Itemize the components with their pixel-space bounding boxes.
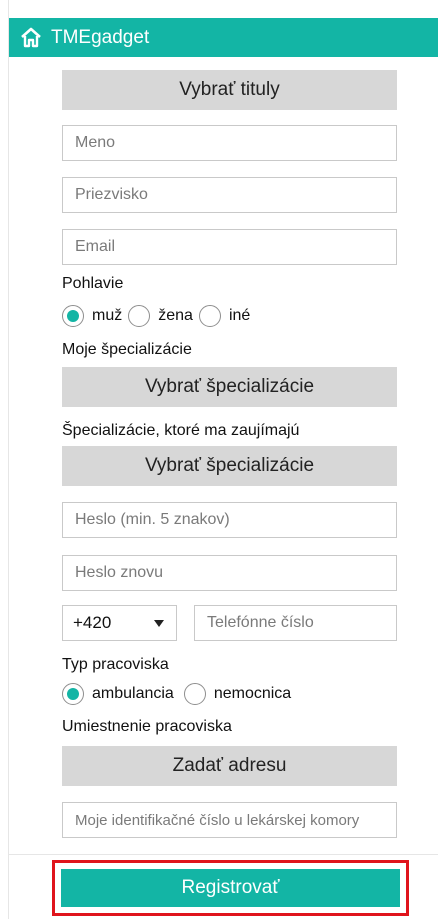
gender-option-female[interactable]: žena [128, 305, 193, 327]
first-name-field[interactable]: Meno [62, 125, 397, 161]
radio-button[interactable] [183, 683, 206, 705]
my-specializations-label: Moje špecializácie [62, 341, 192, 358]
phone-number-field[interactable]: Telefónne číslo [194, 605, 397, 641]
register-button[interactable]: Registrovať [61, 869, 400, 907]
interest-specializations-label: Špecializácie, ktoré ma zaujímajú [62, 422, 300, 439]
radio-button[interactable] [128, 305, 151, 327]
radio-button[interactable] [62, 305, 84, 327]
chamber-id-field[interactable]: Moje identifikačné číslo u lekárskej kom… [62, 802, 397, 838]
registration-window: TMEgadget Vybrať tituly Meno Priezvisko … [8, 0, 438, 919]
workplace-location-label: Umiestnenie pracoviska [62, 718, 232, 735]
gender-radio-group: muž žena iné [62, 305, 256, 327]
radio-button[interactable] [198, 305, 221, 327]
app-title: TMEgadget [51, 26, 150, 48]
chevron-down-icon [154, 619, 164, 627]
phone-code-value: +420 [73, 613, 112, 632]
divider [9, 854, 438, 855]
home-icon[interactable] [19, 26, 43, 50]
phone-code-select[interactable]: +420 [62, 605, 177, 641]
workplace-type-label: Typ pracoviska [62, 656, 169, 673]
gender-option-other[interactable]: iné [198, 305, 251, 327]
select-titles-button[interactable]: Vybrať tituly [62, 70, 397, 110]
workplace-option-ambulance[interactable]: ambulancia [62, 683, 174, 705]
gender-label: Pohlavie [62, 275, 124, 292]
password-field[interactable]: Heslo (min. 5 znakov) [62, 502, 397, 538]
radio-label: iné [228, 307, 251, 324]
radio-label: ambulancia [92, 685, 174, 702]
workplace-option-hospital[interactable]: nemocnica [183, 683, 292, 705]
radio-label: nemocnica [213, 685, 292, 702]
radio-button[interactable] [62, 683, 84, 705]
radio-label: žena [158, 307, 193, 324]
title-bar: TMEgadget [9, 18, 438, 57]
enter-address-button[interactable]: Zadať adresu [62, 746, 397, 786]
gender-option-male[interactable]: muž [62, 305, 122, 327]
password-again-field[interactable]: Heslo znovu [62, 555, 397, 591]
last-name-field[interactable]: Priezvisko [62, 177, 397, 213]
workplace-type-radio-group: ambulancia nemocnica [62, 683, 297, 705]
select-specializations-button[interactable]: Vybrať špecializácie [62, 367, 397, 407]
select-interest-specializations-button[interactable]: Vybrať špecializácie [62, 446, 397, 486]
radio-label: muž [92, 307, 123, 324]
email-field[interactable]: Email [62, 229, 397, 265]
